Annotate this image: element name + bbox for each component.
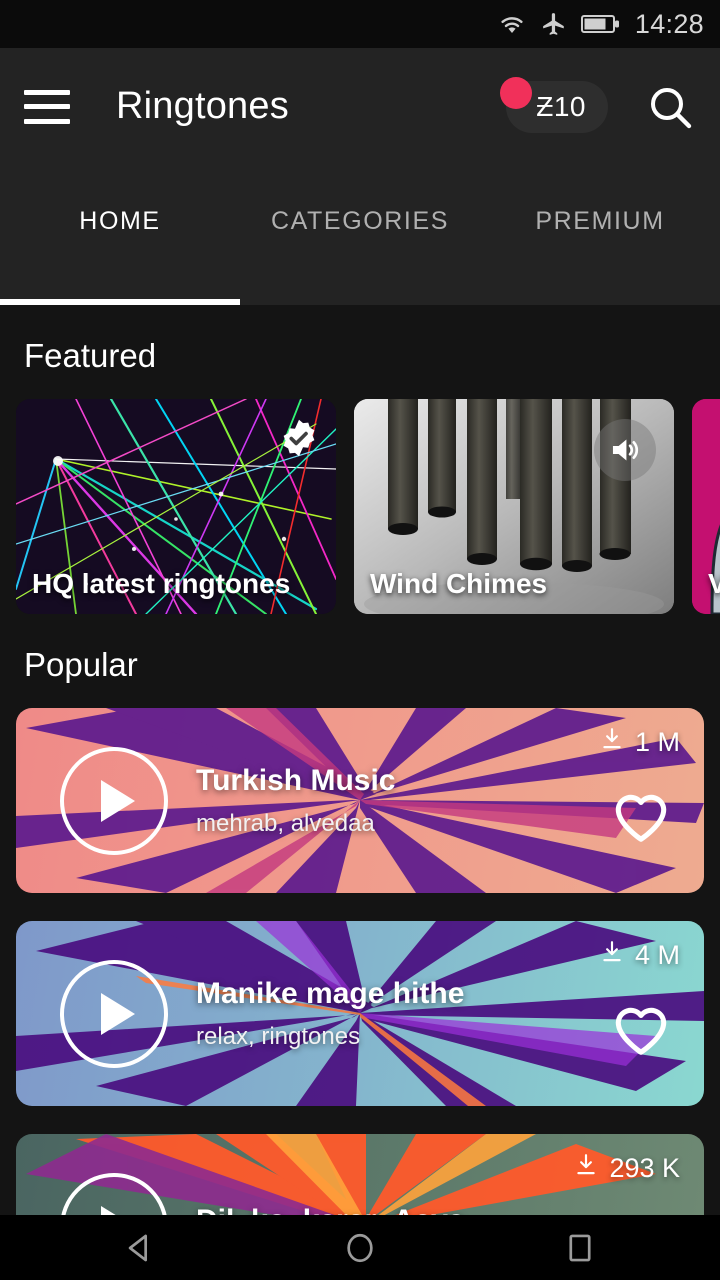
tab-home[interactable]: HOME	[0, 165, 240, 305]
status-bar: 14:28	[0, 0, 720, 48]
notification-dot-icon	[500, 76, 533, 109]
featured-card-label: Vhe	[708, 568, 720, 599]
featured-card[interactable]: Wind Chimes	[354, 399, 674, 614]
app-screen: 14:28 Ringtones Ƶ10 HOME CATEGORIES PREM…	[0, 0, 720, 1280]
app-bar: Ringtones Ƶ10	[0, 48, 720, 165]
status-bar-clock: 14:28	[634, 8, 704, 39]
heart-outline-icon[interactable]	[612, 1003, 670, 1062]
featured-card[interactable]: HQ latest ringtones	[16, 399, 336, 614]
popular-list: Turkish Music mehrab, alvedaa 1 M Manike…	[0, 708, 720, 1240]
main-content: Featured HQ latest ringtones Wind Chimes…	[0, 305, 720, 1240]
list-item[interactable]: Manike mage hithe relax, ringtones 4 M	[16, 921, 704, 1106]
download-icon	[573, 1152, 599, 1185]
coin-badge[interactable]: Ƶ10	[500, 76, 608, 133]
wifi-icon	[497, 12, 527, 36]
play-icon[interactable]	[60, 959, 168, 1068]
speaker-icon[interactable]	[594, 419, 656, 481]
battery-icon	[580, 13, 621, 35]
airplane-mode-icon	[541, 11, 567, 37]
play-icon[interactable]	[60, 746, 168, 855]
tab-bar: HOME CATEGORIES PREMIUM	[0, 165, 720, 305]
download-icon	[599, 939, 625, 972]
download-count: 293 K	[573, 1152, 680, 1185]
popular-section-title: Popular	[24, 646, 138, 683]
page-title: Ringtones	[116, 85, 289, 127]
list-item[interactable]: Turkish Music mehrab, alvedaa 1 M	[16, 708, 704, 893]
tab-categories[interactable]: CATEGORIES	[240, 165, 480, 305]
system-navigation-bar	[0, 1215, 720, 1280]
download-count: 1 M	[599, 726, 680, 759]
featured-card[interactable]: Vhe	[692, 399, 720, 614]
back-icon[interactable]	[110, 1218, 170, 1278]
recents-icon[interactable]	[550, 1218, 610, 1278]
home-icon[interactable]	[330, 1218, 390, 1278]
featured-card-label: HQ latest ringtones	[32, 568, 291, 599]
tab-premium[interactable]: PREMIUM	[480, 165, 720, 305]
hamburger-menu-icon[interactable]	[24, 89, 70, 124]
heart-outline-icon[interactable]	[612, 790, 670, 849]
featured-carousel[interactable]: HQ latest ringtones Wind Chimes V	[0, 399, 720, 614]
download-icon	[599, 726, 625, 759]
featured-section-title: Featured	[24, 337, 157, 374]
featured-card-label: Wind Chimes	[370, 568, 548, 599]
search-icon[interactable]	[644, 81, 696, 133]
download-count-label: 293 K	[609, 1153, 680, 1183]
download-count: 4 M	[599, 939, 680, 972]
download-count-label: 1 M	[634, 727, 680, 757]
download-count-label: 4 M	[634, 940, 680, 970]
verified-badge-icon	[278, 417, 320, 459]
